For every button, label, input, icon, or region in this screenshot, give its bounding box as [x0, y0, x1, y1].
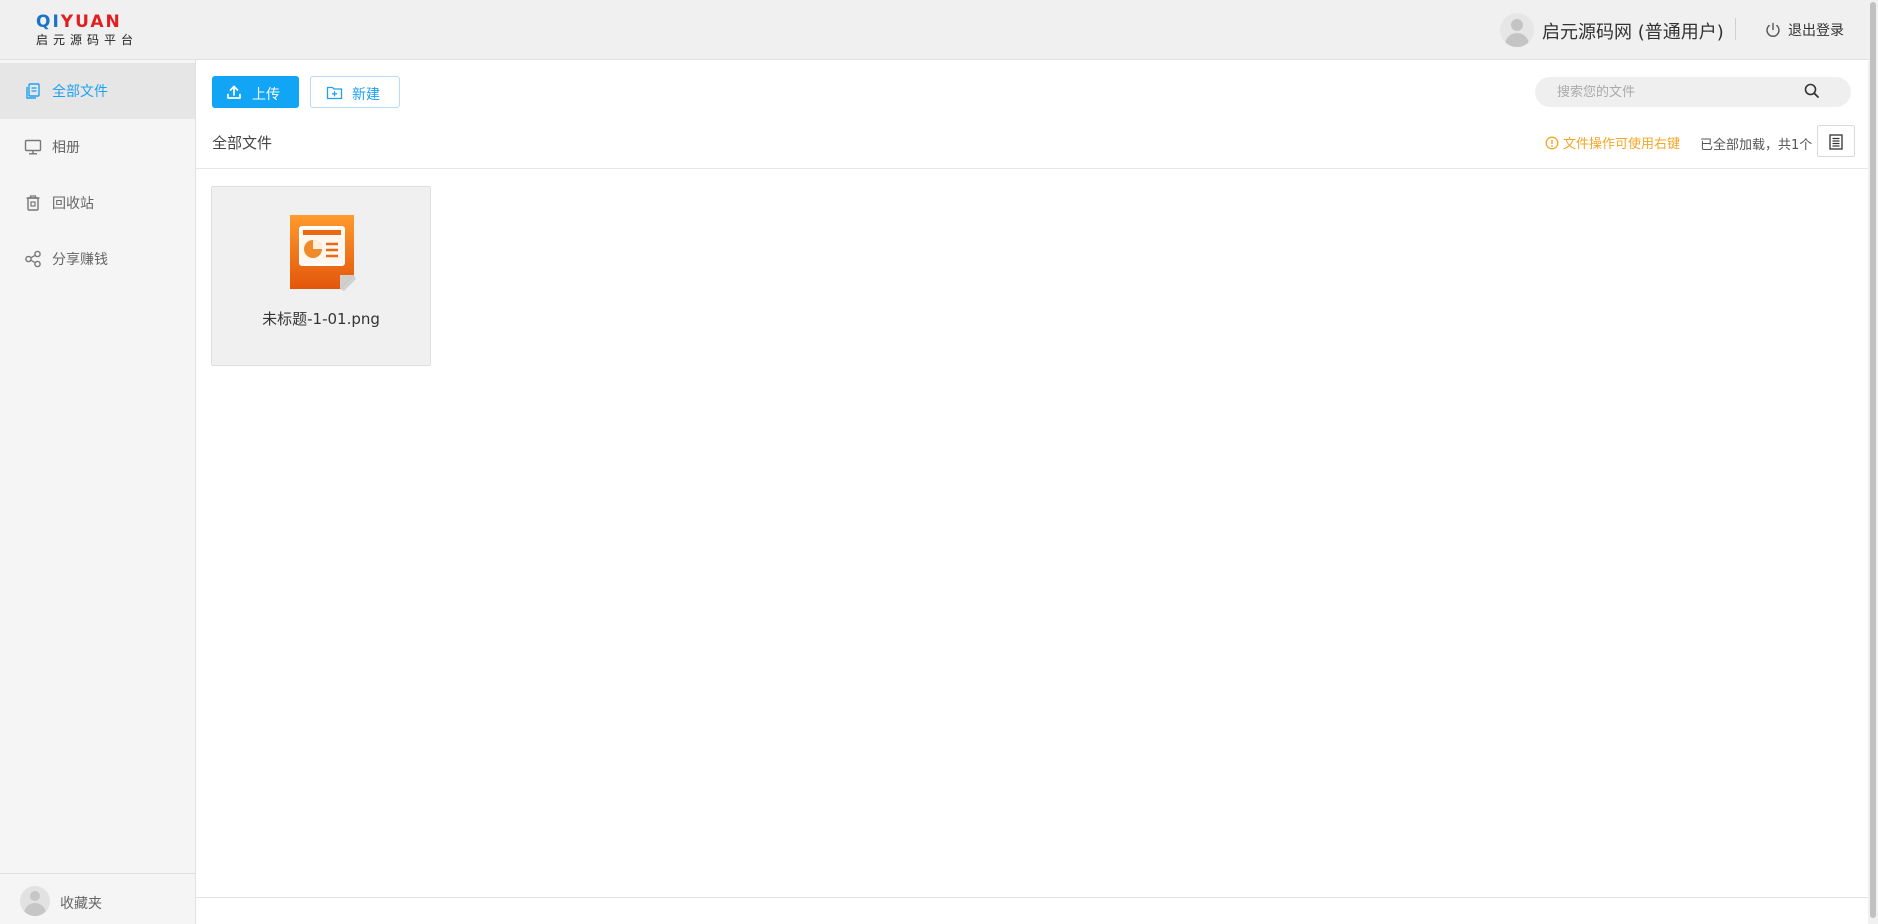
sidebar: 全部文件 相册 回收站 分享赚钱 收藏夹 — [0, 60, 196, 924]
sidebar-item-label: 相册 — [52, 140, 80, 156]
list-view-icon — [1829, 134, 1843, 150]
folder-plus-icon — [326, 86, 343, 100]
files-icon — [26, 83, 40, 99]
favorites-avatar — [20, 886, 50, 916]
sidebar-item-label: 回收站 — [52, 196, 94, 212]
user-avatar[interactable] — [1500, 13, 1534, 47]
search-icon[interactable] — [1803, 82, 1821, 100]
trash-icon — [26, 195, 40, 211]
breadcrumb[interactable]: 全部文件 — [212, 132, 272, 153]
file-name: 未标题-1-01.png — [262, 310, 380, 328]
upload-icon — [227, 85, 241, 99]
right-click-tip: 文件操作可使用右键 — [1545, 133, 1680, 152]
scrollbar-thumb[interactable] — [1870, 2, 1876, 918]
monitor-icon — [24, 139, 42, 155]
favorites-label: 收藏夹 — [60, 896, 102, 912]
view-toggle-button[interactable] — [1817, 125, 1855, 157]
file-item[interactable]: 未标题-1-01.png — [211, 186, 431, 366]
new-folder-button[interactable]: 新建 — [310, 76, 400, 108]
logout-button[interactable]: 退出登录 — [1764, 19, 1844, 41]
upload-label: 上传 — [252, 87, 280, 103]
top-header: QIYUAN 启元源码平台 启元源码网 (普通用户) 退出登录 — [0, 0, 1868, 60]
logout-label: 退出登录 — [1788, 23, 1844, 39]
sidebar-item-all-files[interactable]: 全部文件 — [0, 63, 195, 119]
content-divider — [196, 168, 1868, 169]
search-input[interactable] — [1557, 82, 1807, 102]
load-status: 已全部加载，共1个 — [1700, 138, 1813, 153]
logo-wordmark: QIYUAN — [36, 12, 122, 32]
share-icon — [25, 250, 41, 268]
info-icon — [1545, 136, 1559, 149]
presentation-file-icon — [290, 215, 356, 291]
sidebar-item-share-earn[interactable]: 分享赚钱 — [0, 231, 195, 287]
site-logo[interactable]: QIYUAN 启元源码平台 — [36, 14, 142, 48]
sidebar-item-label: 全部文件 — [52, 84, 108, 100]
tip-text: 文件操作可使用右键 — [1563, 137, 1681, 152]
sidebar-item-label: 分享赚钱 — [52, 252, 108, 268]
logo-subtitle: 启元源码平台 — [36, 33, 139, 47]
sidebar-item-album[interactable]: 相册 — [0, 119, 195, 175]
favorites-footer[interactable]: 收藏夹 — [0, 873, 195, 924]
user-name[interactable]: 启元源码网 (普通用户) — [1542, 18, 1724, 44]
header-divider — [1735, 18, 1736, 40]
new-label: 新建 — [352, 87, 380, 103]
upload-button[interactable]: 上传 — [212, 76, 299, 108]
bottom-divider — [196, 897, 1868, 898]
power-icon — [1766, 22, 1780, 37]
sidebar-item-recycle-bin[interactable]: 回收站 — [0, 175, 195, 231]
